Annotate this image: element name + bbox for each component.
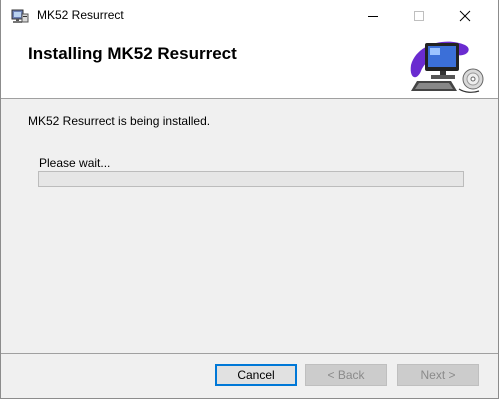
install-progress-bar (38, 171, 464, 187)
minimize-icon[interactable] (350, 0, 396, 31)
close-icon[interactable] (442, 0, 488, 31)
installer-window: MK52 Resurrect Installing MK52 Resurrect (0, 0, 499, 399)
computer-setup-graphic (407, 35, 485, 97)
cancel-button-label: Cancel (237, 368, 275, 382)
back-button: < Back (305, 364, 387, 386)
installer-app-icon (11, 8, 29, 24)
footer-divider (1, 353, 498, 354)
window-title: MK52 Resurrect (37, 8, 124, 22)
page-title: Installing MK52 Resurrect (28, 44, 237, 63)
install-status-text: MK52 Resurrect is being installed. (28, 114, 211, 128)
next-button-label: Next > (420, 368, 456, 382)
cancel-button[interactable]: Cancel (215, 364, 297, 386)
please-wait-label: Please wait... (39, 156, 111, 170)
title-bar[interactable]: MK52 Resurrect (1, 0, 498, 31)
next-button: Next > (397, 364, 479, 386)
back-button-label: < Back (327, 368, 365, 382)
header-banner: Installing MK52 Resurrect (1, 31, 498, 99)
maximize-icon (396, 0, 442, 31)
